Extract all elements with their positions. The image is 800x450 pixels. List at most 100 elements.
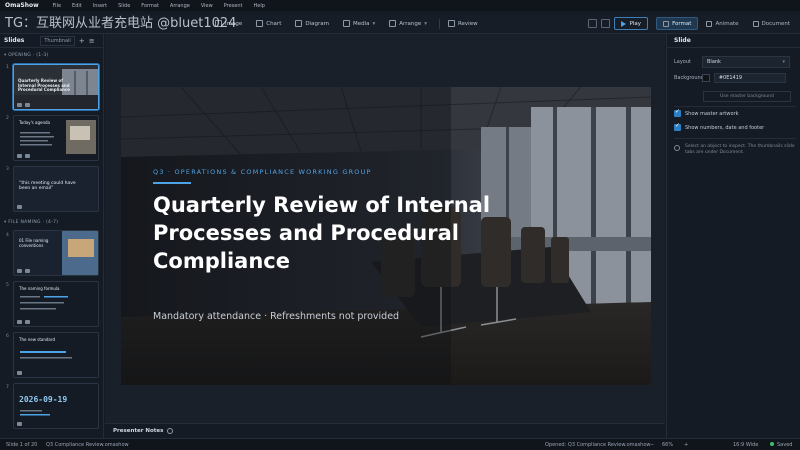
slides-panel: Slides Thumbnail + ≡ OPENING · (1-3) 1 Q… [0,34,104,438]
divider [674,106,796,107]
menu-slide[interactable]: Slide [118,3,130,9]
thumb-footer-icons [17,422,25,426]
play-button[interactable]: Play [613,17,649,30]
accent-rule [153,182,191,184]
transition-icon [25,269,30,273]
thumb-footer-icons [17,320,33,324]
slides-panel-header: Slides Thumbnail + ≡ [0,34,103,48]
show-master-artwork-checkbox[interactable]: Show master artwork [674,108,739,117]
slide-thumbnail-5[interactable]: The naming formula [13,281,99,327]
slide-thumbnail-4[interactable]: 01 File naming conventions [13,230,99,276]
section-file-naming[interactable]: FILE NAMING · (4-7) [4,220,58,225]
diagram-icon [295,20,303,27]
show-master-artwork-label: Show master artwork [685,110,739,117]
presenter-notes-bar[interactable]: Presenter Notes [105,423,665,438]
layout-value: Blank [707,59,721,65]
review-icon [447,20,455,27]
aspect-ratio[interactable]: 16:9 Wide [733,442,758,448]
refresh-icon[interactable] [167,428,174,434]
thumb-2-title: Today's agenda [19,120,50,125]
thumb-footer-icons [17,371,25,375]
menu-insert[interactable]: Insert [93,3,107,9]
slide-thumbnail-2[interactable]: Today's agenda [13,115,99,161]
menu-view[interactable]: View [201,3,213,9]
slide-subtitle[interactable]: Mandatory attendance · Refreshments not … [153,311,399,322]
menu-help[interactable]: Help [253,3,264,9]
watermark-text: TG：互联网从业者充电站 @bluet1024 [5,16,237,31]
document-icon [752,20,759,27]
menu-file[interactable]: File [53,3,61,9]
slide-number: 3 [6,167,9,172]
media-dropdown[interactable]: Media ▾ [338,17,380,30]
review-button[interactable]: Review [443,17,483,30]
add-slide-icon[interactable]: + [79,37,85,45]
properties-panel: Slide Layout Blank ▾ Background #0E1419 U… [666,34,800,438]
opened-file-label: Opened: Q3 Compliance Review.omashow [545,442,651,448]
show-numbers-label: Show numbers, date and footer [685,124,765,131]
insert-chart-button[interactable]: Chart [251,17,286,30]
thumb-1-title: Quarterly Review of Internal Processes a… [18,78,70,92]
file-name: Q3 Compliance Review.omashow [46,442,129,448]
slide-kicker[interactable]: Q3 · OPERATIONS & COMPLIANCE WORKING GRO… [153,168,372,176]
chart-icon [256,20,264,27]
background-color-swatch[interactable] [702,74,710,82]
background-row: Background #0E1419 [674,72,790,84]
show-numbers-checkbox[interactable]: Show numbers, date and footer [674,122,765,131]
menu-icon[interactable]: ≡ [89,37,95,45]
tab-animate-label: Animate [715,20,739,27]
tab-animate[interactable]: Animate [700,17,744,30]
menu-arrange[interactable]: Arrange [170,3,190,9]
zoom-in-icon[interactable]: + [684,442,688,448]
background-label: Background [674,75,704,81]
slides-panel-title: Slides [4,37,25,44]
thumb-6-title: The new standard [19,337,55,342]
panel-toggle-icon[interactable] [600,19,610,28]
zoom-out-icon[interactable]: − [650,442,654,448]
tab-format-label: Format [672,20,692,27]
zoom-level[interactable]: 66% [662,442,673,448]
thumb-footer-icons [17,269,33,273]
hint-text: Select an object to inspect. The thumbna… [685,144,795,155]
slide-number: 2 [6,116,9,121]
menu-format[interactable]: Format [141,3,159,9]
tab-document[interactable]: Document [747,17,797,30]
animate-icon [706,20,713,27]
slides-view-select[interactable]: Thumbnail [40,35,75,46]
thumb-4-title: 01 File naming conventions [19,238,49,248]
slide-thumbnail-7[interactable]: 2026-09-19 [13,383,99,429]
checkbox-checked-icon[interactable] [674,108,681,117]
background-field[interactable]: #0E1419 [702,72,790,84]
divider [674,138,796,139]
properties-hint: Select an object to inspect. The thumbna… [674,144,796,156]
media-label: Media [352,20,370,27]
use-master-background-button[interactable]: Use master background [703,91,791,102]
slide-thumbnail-3[interactable]: “this meeting could have been an email” [13,166,99,212]
insert-chart-label: Chart [266,20,282,27]
transition-icon [25,320,30,324]
insert-diagram-button[interactable]: Diagram [290,17,334,30]
thumb-7-background [14,384,98,428]
thumb-footer-icons [17,205,25,209]
arrange-icon [389,20,397,27]
section-opening[interactable]: OPENING · (1-3) [4,53,49,58]
transition-icon [25,154,30,158]
status-bar: Slide 1 of 20 Q3 Compliance Review.omash… [0,438,800,450]
app-brand: OmaShow [5,2,39,9]
slide-count: Slide 1 of 20 [6,442,38,448]
arrange-dropdown[interactable]: Arrange ▾ [384,17,432,30]
slide-thumbnail-1[interactable]: Quarterly Review of Internal Processes a… [13,64,99,110]
current-slide[interactable]: Q3 · OPERATIONS & COMPLIANCE WORKING GRO… [121,87,651,385]
background-hex-input[interactable]: #0E1419 [713,73,786,83]
properties-title: Slide [667,34,800,48]
slide-title[interactable]: Quarterly Review of Internal Processes a… [153,191,513,275]
checkbox-checked-icon[interactable] [674,122,681,131]
sidebar-toggle-icon[interactable] [587,19,597,28]
tab-format[interactable]: Format [656,17,699,30]
notes-icon [17,422,22,426]
arrange-label: Arrange [399,20,422,27]
menu-edit[interactable]: Edit [72,3,82,9]
menu-present[interactable]: Present [224,3,243,9]
layout-select[interactable]: Blank ▾ [702,56,790,68]
thumb-7-date: 2026-09-19 [19,395,68,404]
slide-thumbnail-6[interactable]: The new standard [13,332,99,378]
